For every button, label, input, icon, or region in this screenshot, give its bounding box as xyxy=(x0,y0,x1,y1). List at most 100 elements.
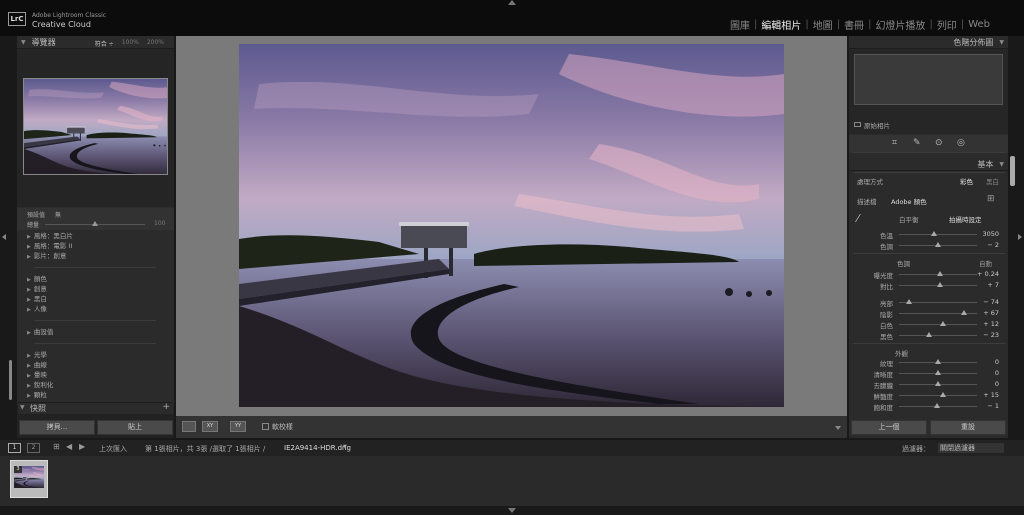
copy-button[interactable]: 拷貝... xyxy=(19,420,95,435)
slider-row[interactable]: 鮮豔度 + 15 xyxy=(853,390,1005,401)
main-photo[interactable] xyxy=(239,44,784,407)
collapse-bottom-icon[interactable] xyxy=(508,508,516,513)
disclosure-triangle-icon[interactable]: ▶ xyxy=(27,393,31,399)
disclosure-triangle-icon[interactable]: ▶ xyxy=(27,373,31,379)
preset-folder[interactable]: ▶ 曲設值 xyxy=(17,327,174,337)
before-after-split-icon[interactable]: YY xyxy=(230,421,246,432)
slider-value[interactable]: 3050 xyxy=(975,230,999,238)
slider-value[interactable]: + 0.24 xyxy=(975,270,999,278)
slider-thumb[interactable] xyxy=(925,332,932,337)
preset-folder[interactable]: ▶ 顆粒 xyxy=(17,390,174,400)
preset-folder[interactable]: ▶ 曲線 xyxy=(17,360,174,370)
slider-thumb[interactable] xyxy=(940,392,947,397)
disclosure-triangle-icon[interactable]: ▶ xyxy=(27,277,31,283)
strength-thumb[interactable] xyxy=(92,221,98,226)
filter-dropdown[interactable]: 關閉過濾器 xyxy=(938,443,1004,453)
disclosure-triangle-icon[interactable]: ▶ xyxy=(27,244,31,250)
slider-thumb[interactable] xyxy=(935,370,941,375)
slider-track[interactable] xyxy=(899,395,977,396)
zoom-200-option[interactable]: 200% xyxy=(147,39,164,48)
slider-row[interactable]: 飽和度 − 1 xyxy=(853,401,1005,412)
crop-icon[interactable]: ⌗ xyxy=(892,138,897,148)
wb-dropdown[interactable]: 拍攝時設定 xyxy=(949,214,982,224)
zoom-100-option[interactable]: 100% xyxy=(122,39,139,48)
filename-dropdown-icon[interactable]: ▼ xyxy=(343,444,347,450)
slider-value[interactable]: − 1 xyxy=(975,402,999,410)
slider-row[interactable]: 清晰度 0 xyxy=(853,368,1005,379)
preset-folder[interactable]: ▶ 風格：電影 II xyxy=(17,241,174,251)
slider-row[interactable]: 色調 − 2 xyxy=(853,240,1005,251)
module-2[interactable]: 地圖 xyxy=(813,17,833,32)
slider-row[interactable]: 紋理 0 xyxy=(853,357,1005,368)
preset-folder[interactable]: ▶ 銳利化 xyxy=(17,380,174,390)
slider-value[interactable]: + 12 xyxy=(975,320,999,328)
slider-row[interactable]: 亮部 − 74 xyxy=(853,297,1005,308)
page-2-button[interactable]: 2 xyxy=(27,443,40,453)
slider-track[interactable] xyxy=(899,324,977,325)
preset-folder[interactable]: ▶ 光學 xyxy=(17,350,174,360)
slider-thumb[interactable] xyxy=(939,321,946,326)
preset-folder[interactable]: ▶ 人像 xyxy=(17,304,174,314)
masking-icon[interactable]: ◎ xyxy=(957,138,965,148)
disclosure-triangle-icon[interactable]: ▶ xyxy=(27,353,31,359)
add-snapshot-icon[interactable]: + xyxy=(162,402,170,412)
profile-dropdown[interactable]: Adobe 顏色 xyxy=(891,196,927,206)
disclosure-triangle-icon[interactable]: ▶ xyxy=(27,363,31,369)
disclosure-triangle-icon[interactable]: ▶ xyxy=(27,297,31,303)
source-label[interactable]: 上次匯入 xyxy=(99,444,127,454)
profile-browser-icon[interactable]: ⊞ xyxy=(987,194,995,204)
slider-row[interactable]: 陰影 + 67 xyxy=(853,308,1005,319)
slider-value[interactable]: 0 xyxy=(975,358,999,366)
loupe-view-icon[interactable] xyxy=(182,421,196,432)
slider-value[interactable]: − 2 xyxy=(975,241,999,249)
toolbar-menu-icon[interactable] xyxy=(835,426,841,430)
expand-triangle-icon[interactable]: ▼ xyxy=(21,39,26,46)
slider-row[interactable]: 色溫 3050 xyxy=(853,229,1005,240)
slider-value[interactable]: 0 xyxy=(975,380,999,388)
slider-row[interactable]: 黑色 − 23 xyxy=(853,330,1005,341)
basic-header[interactable]: 基本 ▼ xyxy=(849,158,1008,171)
treatment-bw[interactable]: 黑白 xyxy=(986,176,999,186)
collapse-top-icon[interactable] xyxy=(508,0,516,5)
slider-track[interactable] xyxy=(899,335,977,336)
slider-thumb[interactable] xyxy=(935,381,941,386)
left-scrollbar[interactable] xyxy=(9,360,12,400)
zoom-fit-option[interactable]: 符合 ÷ xyxy=(95,39,114,48)
page-1-button[interactable]: 1 xyxy=(8,443,21,453)
expand-triangle-icon[interactable]: ▼ xyxy=(20,404,25,411)
expand-triangle-icon[interactable]: ▼ xyxy=(999,161,1004,168)
tone-auto-button[interactable]: 自動 xyxy=(979,258,992,268)
snapshots-header[interactable]: ▼ 快照 + xyxy=(18,402,173,414)
before-after-icon[interactable]: XY xyxy=(202,421,218,432)
disclosure-triangle-icon[interactable]: ▶ xyxy=(27,234,31,240)
slider-value[interactable]: + 67 xyxy=(975,309,999,317)
treatment-color[interactable]: 彩色 xyxy=(960,176,973,186)
slider-thumb[interactable] xyxy=(935,359,941,364)
previous-button[interactable]: 上一個 xyxy=(851,420,927,435)
preset-folder[interactable]: ▶ 創意 xyxy=(17,284,174,294)
histogram-header[interactable]: 色階分佈圖 ▼ xyxy=(849,36,1008,49)
navigator-thumbnail[interactable] xyxy=(23,78,168,175)
preset-folder[interactable]: ▶ 顏色 xyxy=(17,274,174,284)
slider-thumb[interactable] xyxy=(937,282,944,287)
slider-thumb[interactable] xyxy=(934,403,941,408)
preset-amount-value[interactable]: 無 xyxy=(55,210,61,219)
module-6[interactable]: Web xyxy=(968,19,990,30)
preset-folder[interactable]: ▶ 暈映 xyxy=(17,370,174,380)
navigator-header[interactable]: ▼ 導覽器 符合 ÷ 100% 200% xyxy=(17,36,174,49)
collapse-right-icon[interactable] xyxy=(1018,234,1022,240)
slider-thumb[interactable] xyxy=(960,310,967,315)
collapse-left-icon[interactable] xyxy=(2,234,6,240)
slider-value[interactable]: + 7 xyxy=(975,281,999,289)
slider-row[interactable]: 對比 + 7 xyxy=(853,280,1005,291)
reset-button[interactable]: 重設 xyxy=(930,420,1006,435)
expand-triangle-icon[interactable]: ▼ xyxy=(999,39,1004,46)
paste-button[interactable]: 貼上 xyxy=(97,420,173,435)
preset-folder[interactable]: ▶ 影片：創意 xyxy=(17,251,174,261)
slider-thumb[interactable] xyxy=(936,271,943,276)
right-scrollbar[interactable] xyxy=(1010,156,1015,186)
grid-icon[interactable]: ⊞ xyxy=(53,442,60,451)
disclosure-triangle-icon[interactable]: ▶ xyxy=(27,307,31,313)
soft-proof-checkbox[interactable] xyxy=(262,423,269,430)
module-1[interactable]: 編輯相片 xyxy=(761,17,801,32)
